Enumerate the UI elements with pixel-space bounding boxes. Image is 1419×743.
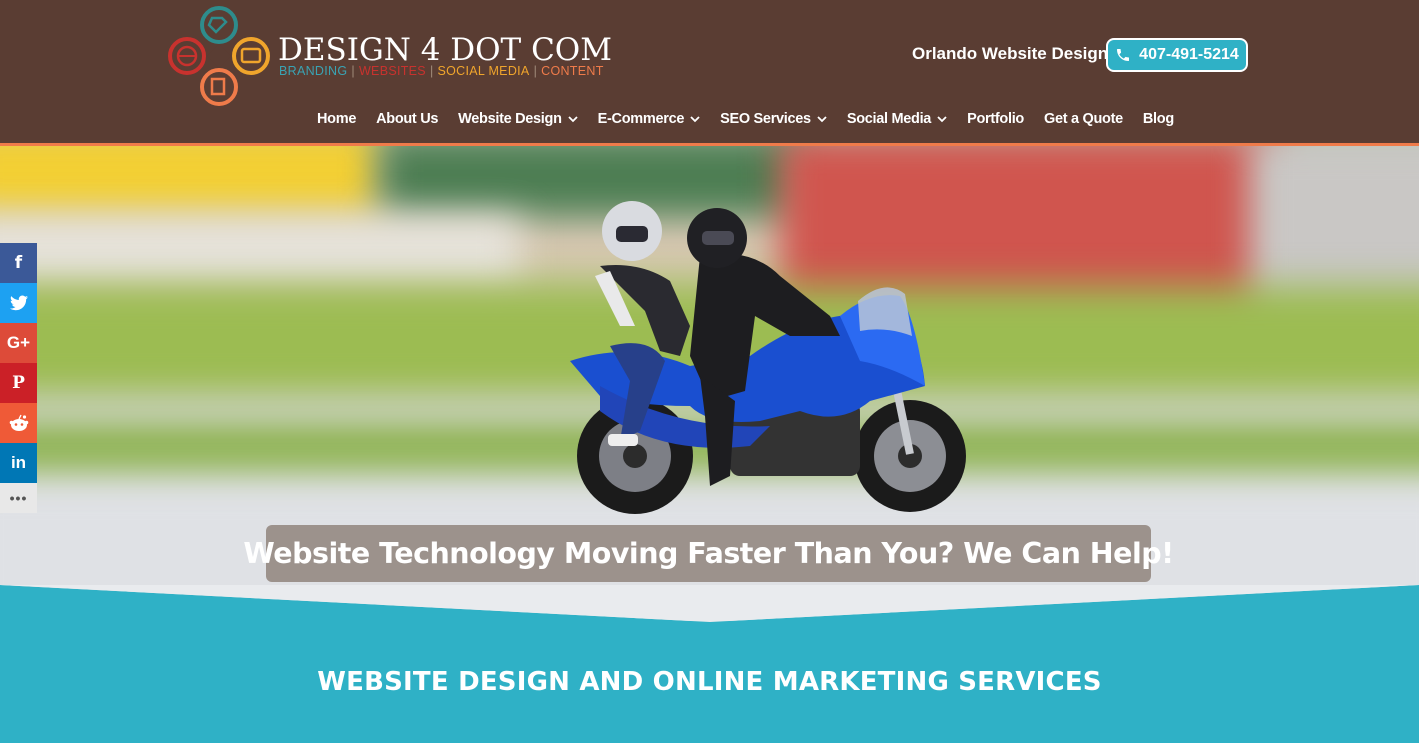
- nav-item-about-us[interactable]: About Us: [376, 108, 438, 130]
- nav-label: Portfolio: [967, 111, 1024, 127]
- nav-item-e-commerce[interactable]: E-Commerce: [598, 108, 700, 130]
- nav-label: SEO Services: [720, 111, 811, 127]
- linkedin-icon: in: [10, 453, 27, 472]
- nav-item-website-design[interactable]: Website Design: [458, 108, 578, 130]
- share-facebook-button[interactable]: f: [0, 243, 37, 283]
- nav-label: E-Commerce: [597, 111, 685, 127]
- nav-label: Social Media: [846, 111, 932, 127]
- nav-label: About Us: [376, 111, 439, 127]
- social-share-bar: f G+ P in •••: [0, 243, 37, 513]
- nav-item-social-media[interactable]: Social Media: [847, 108, 947, 130]
- logo-title: DESIGN 4 DOT COM: [278, 32, 612, 68]
- nav-item-portfolio[interactable]: Portfolio: [967, 108, 1024, 130]
- hero-background: [0, 216, 520, 286]
- phone-icon: [1117, 49, 1130, 61]
- share-twitter-button[interactable]: [0, 283, 37, 323]
- google-plus-icon: G+: [6, 333, 31, 352]
- phone-number: 407-491-5214: [1139, 46, 1239, 63]
- share-reddit-button[interactable]: [0, 403, 37, 443]
- facebook-icon: f: [14, 253, 23, 273]
- site-header: DESIGN 4 DOT COM BRANDING | WEBSITES | SOCIA…: [0, 0, 1419, 146]
- nav-label: Website Design: [458, 111, 562, 127]
- reddit-icon: [9, 414, 28, 431]
- nav-item-get-a-quote[interactable]: Get a Quote: [1044, 108, 1123, 130]
- nav-label: Blog: [1142, 111, 1174, 127]
- nav-item-blog[interactable]: Blog: [1143, 108, 1174, 130]
- share-more-button[interactable]: •••: [0, 483, 37, 513]
- motorcycle-riders-image: [570, 201, 966, 514]
- section-title: WEBSITE DESIGN AND ONLINE MARKETING SERV…: [317, 667, 1102, 697]
- main-nav: Home About Us Website Design E-Commerce …: [317, 108, 1194, 130]
- logo-tag-websites: WEBSITES: [358, 64, 426, 78]
- share-google-plus-button[interactable]: G+: [0, 323, 37, 363]
- more-icon: •••: [9, 490, 28, 506]
- chevron-down-icon: [937, 116, 947, 123]
- divider: |: [533, 64, 538, 78]
- logo-tag-content: CONTENT: [541, 64, 604, 78]
- pinterest-icon: P: [12, 373, 25, 393]
- logo-tag-social-media: SOCIAL MEDIA: [437, 64, 530, 78]
- share-pinterest-button[interactable]: P: [0, 363, 37, 403]
- hero-background: [0, 146, 380, 216]
- phone-button[interactable]: 407-491-5214: [1106, 38, 1248, 72]
- twitter-icon: [9, 295, 28, 311]
- header-tagline: Orlando Website Design: [912, 44, 1109, 63]
- chevron-down-icon: [817, 116, 827, 123]
- section-divider-wave: [0, 585, 1419, 630]
- logo-tagline: BRANDING | WEBSITES | SOCIAL MEDIA | CONTENT: [279, 64, 604, 78]
- logo-mark-icon: [168, 6, 270, 106]
- share-linkedin-button[interactable]: in: [0, 443, 37, 483]
- site-logo[interactable]: DESIGN 4 DOT COM BRANDING | WEBSITES | SOCIA…: [168, 6, 612, 108]
- hero-caption: Website Technology Moving Faster Than Yo…: [243, 525, 1174, 582]
- chevron-down-icon: [690, 116, 700, 123]
- nav-item-home[interactable]: Home: [317, 108, 356, 130]
- logo-tag-branding: BRANDING: [279, 64, 348, 78]
- chevron-down-icon: [568, 116, 578, 123]
- nav-label: Home: [317, 111, 357, 127]
- nav-label: Get a Quote: [1043, 111, 1123, 127]
- divider: |: [351, 64, 355, 78]
- nav-item-seo-services[interactable]: SEO Services: [720, 108, 827, 130]
- divider: |: [429, 64, 434, 78]
- hero-banner: Website Technology Moving Faster Than Yo…: [0, 146, 1419, 621]
